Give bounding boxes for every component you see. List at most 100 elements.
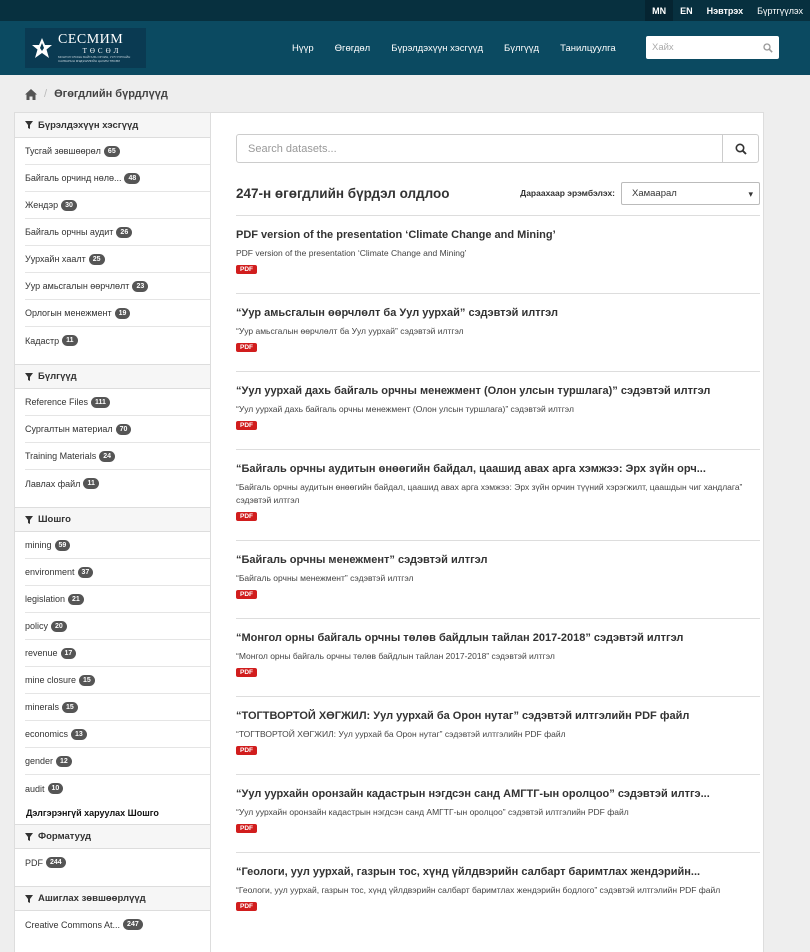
lang-mn-link[interactable]: MN	[645, 0, 674, 21]
dataset-list: PDF version of the presentation ‘Climate…	[236, 215, 760, 911]
facet-heading-licenses: Ашиглах зөвшөөрлүүд	[15, 886, 210, 911]
format-badge[interactable]: PDF	[236, 421, 257, 430]
top-search-input[interactable]: Хайх	[646, 36, 779, 59]
facet-item[interactable]: Байгаль орчны аудит 26	[25, 219, 210, 246]
home-icon[interactable]	[25, 88, 37, 100]
format-badge[interactable]: PDF	[236, 746, 257, 755]
sort-selected-value: Хамаарал	[632, 187, 677, 199]
facet-item[interactable]: Байгаль орчинд нөлө... 48	[25, 165, 210, 192]
dataset-title-link[interactable]: “Байгаль орчны менежмент” сэдэвтэй илтгэ…	[236, 554, 760, 567]
facet-item[interactable]: revenue 17	[25, 640, 210, 667]
facet-item[interactable]: Орлогын менежмент 19	[25, 300, 210, 327]
logo-star-icon	[31, 37, 53, 59]
sort-select[interactable]: Хамаарал ▾	[621, 181, 760, 205]
main-content: Search datasets... 247-н өгөгдлийн бүрдэ…	[211, 113, 763, 952]
count-badge: 111	[91, 396, 110, 408]
facet-list-groups: Reference Files 111 Сургалтын материал 70 …	[15, 389, 210, 497]
breadcrumb: / Өгөгдлийн бүрдлүүд	[0, 75, 810, 113]
count-badge: 13	[71, 728, 87, 740]
site-logo[interactable]: СЕСМИМ ТӨСӨЛ МОНГОЛ УЛСЫН БАЙГАЛЬ ОРЧИН,…	[25, 28, 146, 68]
facet-item[interactable]: gender 12	[25, 748, 210, 775]
format-badge[interactable]: PDF	[236, 902, 257, 911]
facet-item[interactable]: Training Materials 24	[25, 443, 210, 470]
facet-item[interactable]: Уур амьсгалын өөрчлөлт 23	[25, 273, 210, 300]
facet-item[interactable]: environment 37	[25, 559, 210, 586]
count-badge: 244	[46, 857, 66, 868]
show-more-tags-link[interactable]: Дэлгэрэнгүй харуулах Шошго	[15, 802, 210, 824]
dataset-item: “Уул уурхайн оронзайн кадастрын нэгдсэн …	[236, 774, 760, 833]
facet-item[interactable]: Кадастр 11	[25, 327, 210, 354]
facet-list-organizations: Тусгай зөвшөөрөл 65 Байгаль орчинд нөлө..…	[15, 138, 210, 354]
search-submit-button[interactable]	[722, 135, 758, 162]
facet-item[interactable]: legislation 21	[25, 586, 210, 613]
lang-en-link[interactable]: EN	[673, 0, 700, 21]
dataset-title-link[interactable]: “Байгаль орчны аудитын өнөөгийн байдал, …	[236, 463, 760, 476]
format-badge[interactable]: PDF	[236, 590, 257, 599]
facet-list-tags: mining 59 environment 37 legislation 21 pol…	[15, 532, 210, 802]
facet-item[interactable]: minerals 15	[25, 694, 210, 721]
filter-icon	[25, 515, 33, 524]
facet-item[interactable]: PDF 244	[25, 849, 210, 876]
breadcrumb-current[interactable]: Өгөгдлийн бүрдлүүд	[54, 88, 168, 100]
format-badge[interactable]: PDF	[236, 265, 257, 274]
count-badge: 59	[54, 539, 71, 551]
logo-title: СЕСМИМ	[58, 32, 124, 47]
nav-groups[interactable]: Бүлгүүд	[504, 43, 539, 54]
dataset-title-link[interactable]: “Уур амьсгалын өөрчлөлт ба Уул уурхай” с…	[236, 307, 760, 320]
dataset-title-link[interactable]: “Геологи, уул уурхай, газрын тос, хүнд ү…	[236, 866, 760, 879]
count-badge: 21	[68, 593, 84, 605]
login-link[interactable]: Нэвтрэх	[700, 0, 751, 21]
register-link[interactable]: Бүртгүүлэх	[750, 0, 810, 21]
facet-item[interactable]: policy 20	[25, 613, 210, 640]
facet-item[interactable]: Reference Files 111	[25, 389, 210, 416]
facet-item[interactable]: Сургалтын материал 70	[25, 416, 210, 443]
count-badge: 23	[132, 280, 149, 292]
facet-item[interactable]: mining 59	[25, 532, 210, 559]
format-badge[interactable]: PDF	[236, 668, 257, 677]
nav-datasets[interactable]: Өгөгдөл	[335, 43, 371, 54]
dataset-title-link[interactable]: “ТОГТВОРТОЙ ХӨГЖИЛ: Уул уурхай ба Орон н…	[236, 710, 760, 723]
nav-home[interactable]: Нүүр	[292, 43, 314, 54]
facet-item[interactable]: Лавлах файл 11	[25, 470, 210, 497]
format-badge[interactable]: PDF	[236, 512, 257, 521]
format-badge[interactable]: PDF	[236, 824, 257, 833]
count-badge: 11	[62, 335, 78, 346]
nav-organizations[interactable]: Бүрэлдэхүүн хэсгүүд	[391, 43, 483, 54]
facet-heading-tags: Шошго	[15, 507, 210, 532]
caret-down-icon: ▾	[748, 188, 753, 199]
search-icon	[734, 142, 747, 155]
count-badge: 25	[88, 253, 105, 265]
dataset-description: “Уул уурхай дахь байгаль орчны менежмент…	[236, 404, 574, 414]
facet-item[interactable]: Creative Commons At... 247	[25, 911, 210, 938]
dataset-item: “Байгаль орчны менежмент” сэдэвтэй илтгэ…	[236, 540, 760, 599]
dataset-title-link[interactable]: “Монгол орны байгаль орчны төлөв байдлын…	[236, 632, 760, 645]
facet-heading-groups: Бүлгүүд	[15, 364, 210, 389]
dataset-description: “ТОГТВОРТОЙ ХӨГЖИЛ: Уул уурхай ба Орон н…	[236, 729, 566, 739]
masthead: СЕСМИМ ТӨСӨЛ МОНГОЛ УЛСЫН БАЙГАЛЬ ОРЧИН,…	[0, 21, 810, 75]
top-utility-bar: MN EN Нэвтрэх Бүртгүүлэх	[0, 0, 810, 21]
count-badge: 48	[124, 172, 141, 184]
count-badge: 15	[79, 674, 95, 686]
nav-about[interactable]: Танилцуулга	[560, 43, 616, 54]
facet-item[interactable]: economics 13	[25, 721, 210, 748]
dataset-search-form: Search datasets...	[236, 134, 759, 163]
count-badge: 11	[83, 478, 99, 489]
dataset-search-input[interactable]: Search datasets...	[237, 135, 722, 162]
facet-item[interactable]: Жендэр 30	[25, 192, 210, 219]
count-badge: 20	[51, 620, 67, 632]
facet-item[interactable]: audit 10	[25, 775, 210, 802]
facet-item[interactable]: Уурхайн хаалт 25	[25, 246, 210, 273]
logo-tagline: МОНГОЛ УЛСЫН БАЙГАЛЬ ОРЧИН, УУЛ УУРХАЙН …	[58, 55, 131, 63]
facet-item[interactable]: mine closure 15	[25, 667, 210, 694]
count-badge: 12	[56, 755, 72, 767]
search-icon[interactable]	[763, 42, 773, 53]
format-badge[interactable]: PDF	[236, 343, 257, 352]
dataset-title-link[interactable]: PDF version of the presentation ‘Climate…	[236, 229, 760, 242]
results-count: 247-н өгөгдлийн бүрдэл олдлоо	[236, 185, 450, 201]
facet-sidebar: Бүрэлдэхүүн хэсгүүд Тусгай зөвшөөрөл 65 Б…	[15, 113, 211, 952]
dataset-title-link[interactable]: “Уул уурхайн оронзайн кадастрын нэгдсэн …	[236, 788, 760, 801]
facet-item[interactable]: Тусгай зөвшөөрөл 65	[25, 138, 210, 165]
count-badge: 65	[103, 145, 120, 157]
dataset-title-link[interactable]: “Уул уурхай дахь байгаль орчны менежмент…	[236, 385, 760, 398]
count-badge: 70	[115, 423, 132, 435]
